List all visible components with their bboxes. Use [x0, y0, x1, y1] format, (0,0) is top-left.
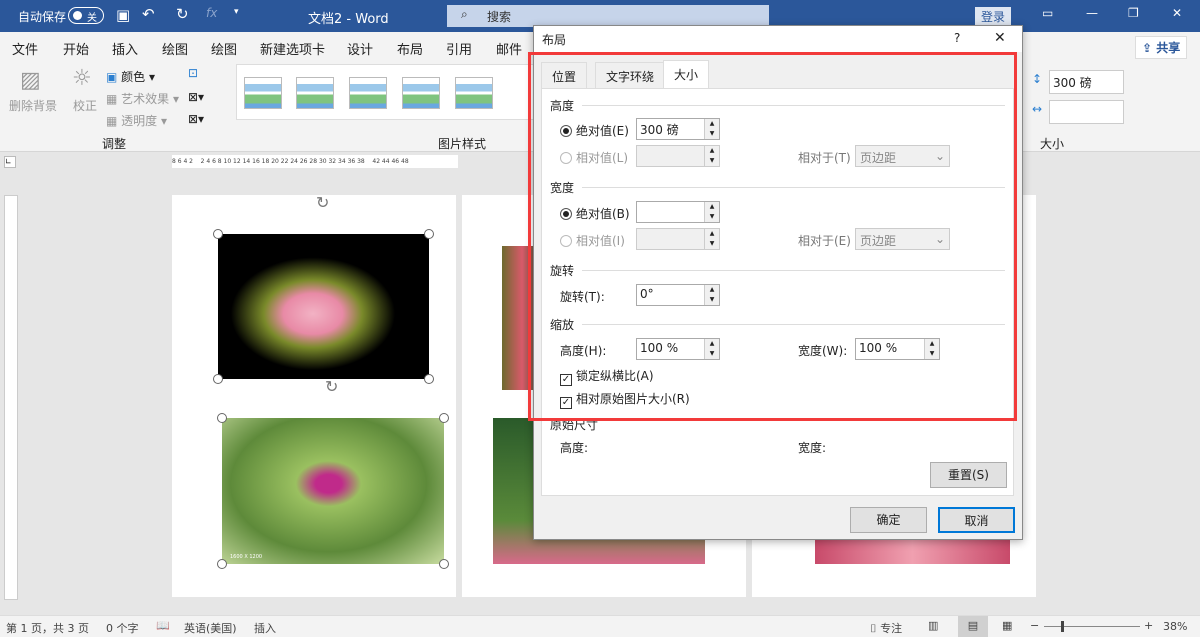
reset-button[interactable]: 重置(S)	[930, 462, 1007, 488]
autosave-toggle[interactable]: 关	[68, 7, 104, 24]
window-close-icon[interactable]: ✕	[1172, 6, 1182, 20]
resize-handle[interactable]	[217, 413, 227, 423]
ribbon-display-icon[interactable]: ▭	[1042, 6, 1053, 20]
insert-mode[interactable]: 插入	[254, 620, 276, 636]
zoom-in-button[interactable]: +	[1144, 619, 1153, 632]
tab-file[interactable]: 文件	[12, 39, 38, 58]
zoom-out-button[interactable]: −	[1030, 619, 1039, 632]
resize-handle[interactable]	[213, 229, 223, 239]
transparency-button[interactable]: ▦ 透明度 ▾	[106, 112, 167, 129]
dialog-title: 布局	[542, 33, 567, 47]
zoom-slider[interactable]	[1044, 621, 1140, 632]
remove-background-button[interactable]: 删除背景	[9, 97, 57, 114]
tab-draw-2[interactable]: 绘图	[211, 39, 237, 58]
search-icon: ⌕	[461, 7, 468, 21]
tab-home[interactable]: 开始	[63, 39, 89, 58]
tab-selector[interactable]: ∟	[4, 156, 16, 168]
search-box[interactable]: ⌕ 搜索	[447, 5, 769, 27]
resize-handle[interactable]	[217, 559, 227, 569]
shape-width-icon: ↔	[1032, 102, 1043, 116]
rotate-handle-icon[interactable]: ↻	[316, 193, 329, 212]
picture-style-2[interactable]	[296, 77, 334, 109]
picture-style-4[interactable]	[402, 77, 440, 109]
ruler-scale: 8 6 4 2 2 4 6 8 10 12 14 16 18 20 22 24 …	[172, 155, 458, 168]
reset-picture-icon[interactable]: ⊠▾	[188, 112, 204, 126]
shape-height-icon: ↕	[1032, 72, 1043, 86]
image-cosmos[interactable]: 1600 X 1200	[222, 418, 444, 564]
help-button[interactable]: ?	[954, 31, 960, 45]
focus-button[interactable]: ⌷ 专注	[870, 620, 902, 636]
shape-width-input[interactable]	[1049, 100, 1124, 124]
print-layout-icon[interactable]: ▤	[958, 616, 988, 637]
resize-handle[interactable]	[424, 229, 434, 239]
customize-icon[interactable]: ▾	[234, 7, 239, 17]
adjust-group-label: 调整	[102, 137, 127, 151]
zoom-slider-thumb	[1061, 621, 1064, 632]
dialog-title-bar: 布局 ? ✕	[534, 26, 1022, 52]
page-count[interactable]: 第 1 页，共 3 页	[6, 620, 89, 636]
tab-layout[interactable]: 布局	[397, 39, 423, 58]
picture-style-1[interactable]	[244, 77, 282, 109]
correct-button[interactable]: 校正	[73, 97, 97, 114]
web-layout-icon[interactable]: ▦	[1002, 619, 1012, 632]
original-width-label: 宽度:	[798, 441, 827, 455]
share-icon: ⇪	[1142, 41, 1157, 55]
size-group-label: 大小	[1040, 137, 1065, 151]
proofing-icon[interactable]: 📖	[156, 619, 170, 632]
save-icon[interactable]: ▣	[116, 6, 130, 24]
compress-icon[interactable]: ⊡	[188, 66, 198, 80]
resize-handle[interactable]	[439, 413, 449, 423]
read-mode-icon[interactable]: ▥	[928, 619, 938, 632]
remove-background-icon: ▨	[20, 68, 41, 93]
tab-insert[interactable]: 插入	[112, 39, 138, 58]
restore-icon[interactable]: ❐	[1128, 6, 1139, 20]
language[interactable]: 英语(美国)	[184, 620, 237, 636]
tab-draw[interactable]: 绘图	[162, 39, 188, 58]
status-bar: 第 1 页，共 3 页 0 个字 📖 英语(美国) 插入 ⌷ 专注 ▥ ▤ ▦ …	[0, 615, 1200, 637]
shape-height-input[interactable]: 300 磅	[1049, 70, 1124, 94]
original-height-label: 高度:	[560, 441, 589, 455]
artistic-effects-button[interactable]: ▦ 艺术效果 ▾	[106, 90, 179, 107]
highlight-box	[528, 52, 1017, 421]
ok-button[interactable]: 确定	[850, 507, 927, 533]
image-cherry-blossom[interactable]	[218, 234, 429, 379]
login-button[interactable]: 登录	[975, 7, 1012, 26]
cancel-button[interactable]: 取消	[938, 507, 1015, 533]
share-button[interactable]: ⇪ 共享	[1135, 36, 1188, 59]
color-button[interactable]: ▣ 颜色 ▾	[106, 68, 155, 85]
focus-icon: ⌷	[870, 622, 877, 635]
image-flower-4[interactable]	[815, 540, 1010, 564]
tab-new[interactable]: 新建选项卡	[260, 39, 325, 58]
zoom-level[interactable]: 38%	[1163, 620, 1187, 633]
picture-styles-group-label: 图片样式	[438, 137, 487, 151]
picture-style-5[interactable]	[455, 77, 493, 109]
rotate-handle-icon[interactable]: ↻	[325, 377, 338, 396]
tab-mailings[interactable]: 邮件	[496, 39, 522, 58]
tab-design[interactable]: 设计	[347, 39, 373, 58]
resize-handle[interactable]	[213, 374, 223, 384]
resize-handle[interactable]	[424, 374, 434, 384]
redo-icon[interactable]: ↻	[176, 5, 189, 23]
image-caption: 1600 X 1200	[230, 554, 263, 560]
undo-icon[interactable]: ↶	[142, 5, 155, 23]
picture-style-3[interactable]	[349, 77, 387, 109]
fx-icon: fx	[206, 6, 218, 20]
tab-references[interactable]: 引用	[446, 39, 472, 58]
resize-handle[interactable]	[439, 559, 449, 569]
document-title: 文档2 - Word	[308, 12, 389, 27]
vertical-ruler[interactable]	[4, 195, 18, 600]
change-picture-icon[interactable]: ⊠▾	[188, 90, 204, 104]
word-count[interactable]: 0 个字	[106, 620, 139, 636]
autosave-label: 自动保存	[18, 10, 67, 24]
minimize-icon[interactable]: —	[1086, 6, 1098, 20]
dialog-close-button[interactable]: ✕	[994, 30, 1006, 46]
correct-icon: ☼	[72, 66, 92, 91]
